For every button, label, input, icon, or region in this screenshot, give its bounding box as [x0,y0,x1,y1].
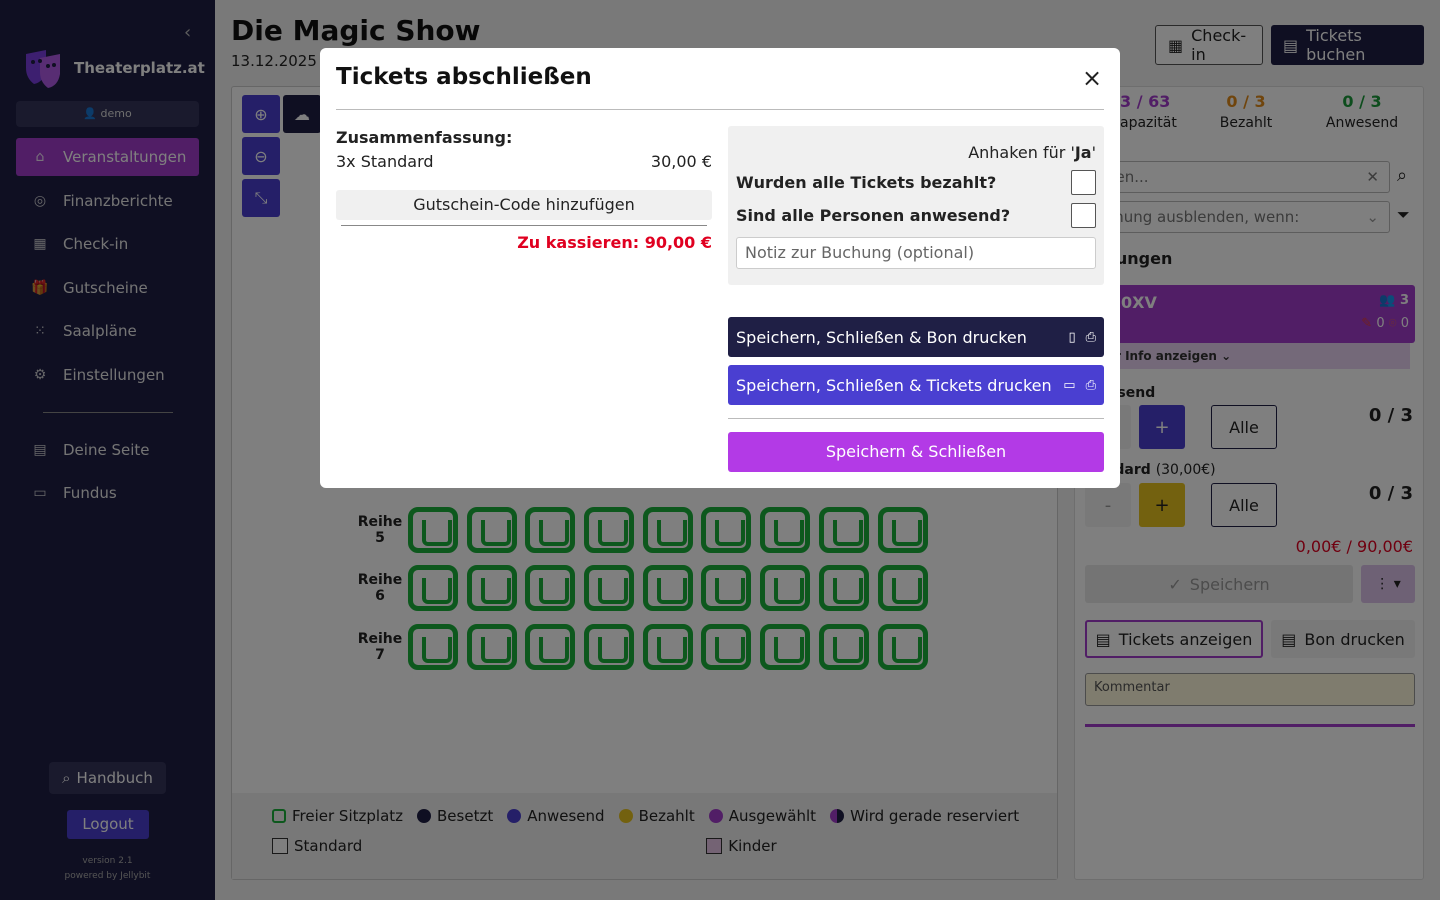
present-question: Sind alle Personen anwesend? [736,206,1011,225]
close-icon[interactable]: × [1082,64,1102,92]
present-row: Sind alle Personen anwesend? [736,203,1096,228]
booking-note-input[interactable]: Notiz zur Buchung (optional) [736,237,1096,269]
checkout-modal: Tickets abschließen × Zusammenfassung: 3… [320,48,1120,488]
summary-title: Zusammenfassung: [336,128,513,147]
divider [728,418,1104,419]
check-hint: Anhaken für 'Ja' [968,143,1096,162]
printer-icon: ⎙ [1085,329,1096,345]
paid-question: Wurden alle Tickets bezahlt? [736,173,997,192]
save-close-button[interactable]: Speichern & Schließen [728,432,1104,472]
paid-checkbox[interactable] [1071,170,1096,195]
save-close-print-tickets-button[interactable]: Speichern, Schließen & Tickets drucken ▭… [728,365,1104,405]
divider [336,109,1104,110]
printer-icon: ⎙ [1085,377,1096,393]
add-voucher-button[interactable]: Gutschein-Code hinzufügen [336,190,712,220]
receipt-icon: ▯ [1068,329,1076,345]
paid-row: Wurden alle Tickets bezahlt? [736,170,1096,195]
summary-item: 3x Standard [336,152,434,171]
divider [341,225,707,226]
total-amount: Zu kassieren: 90,00 € [517,233,712,252]
save-close-print-bon-button[interactable]: Speichern, Schließen & Bon drucken ▯ ⎙ [728,317,1104,357]
summary-price: 30,00 € [650,152,712,171]
confirmation-box: Anhaken für 'Ja' Wurden alle Tickets bez… [728,126,1104,285]
modal-title: Tickets abschließen [336,64,592,90]
summary-line: 3x Standard 30,00 € [336,152,712,171]
ticket-icon: ▭ [1063,377,1076,393]
present-checkbox[interactable] [1071,203,1096,228]
